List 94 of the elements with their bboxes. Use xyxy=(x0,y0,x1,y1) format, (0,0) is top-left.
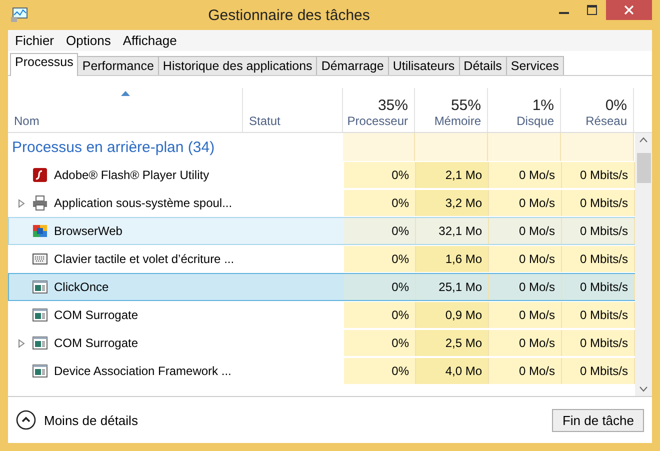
disk-cell: 0 Mo/s xyxy=(489,330,562,356)
tab[interactable]: Performance xyxy=(77,56,159,75)
scrollbar[interactable] xyxy=(635,133,652,396)
expand-icon[interactable] xyxy=(17,198,26,208)
disk-cell: 0 Mo/s xyxy=(489,246,562,272)
tab[interactable]: Détails xyxy=(458,56,507,75)
browser-icon xyxy=(32,223,48,239)
menu-item[interactable]: Affichage xyxy=(118,32,182,49)
tab[interactable]: Démarrage xyxy=(316,56,389,75)
column-label: Réseau xyxy=(586,114,627,128)
memory-cell: 4,0 Mo xyxy=(416,358,489,384)
process-row[interactable]: Device Association Framework ... 0% 4,0 Mo 0 Mo/s 0 Mbits/s xyxy=(8,357,635,385)
column-label: Mémoire xyxy=(434,114,481,128)
disk-cell: 0 Mo/s xyxy=(489,302,562,328)
maximize-icon xyxy=(587,5,597,15)
fewer-details-toggle[interactable]: Moins de détails xyxy=(16,410,138,430)
process-row[interactable]: Application sous-système spoul... 0% 3,2 Mo 0 Mo/s 0 Mbits/s xyxy=(8,189,635,217)
column-label: Disque xyxy=(516,114,554,128)
cpu-cell: 0% xyxy=(344,274,416,300)
cpu-cell: 0% xyxy=(344,218,416,244)
window-icon xyxy=(32,363,48,379)
scroll-thumb[interactable] xyxy=(636,153,650,183)
disk-cell: 0 Mo/s xyxy=(489,162,562,188)
sort-icon xyxy=(120,90,130,96)
menu-item[interactable]: Options xyxy=(61,32,116,49)
cpu-cell: 0% xyxy=(344,302,416,328)
tab[interactable]: Utilisateurs xyxy=(388,56,460,75)
app-icon xyxy=(10,7,28,23)
network-cell: 0 Mbits/s xyxy=(562,162,635,188)
memory-cell: 0,9 Mo xyxy=(416,302,489,328)
network-cell: 0 Mbits/s xyxy=(562,330,635,356)
column-label: Processeur xyxy=(347,114,408,128)
tab[interactable]: Historique des applications xyxy=(158,56,318,75)
usage-total: 35% xyxy=(378,97,408,114)
cpu-cell: 0% xyxy=(344,246,416,272)
memory-cell: 25,1 Mo xyxy=(416,274,489,300)
process-row[interactable]: BrowserWeb 0% 32,1 Mo 0 Mo/s 0 Mbits/s xyxy=(8,217,635,245)
usage-total: 1% xyxy=(532,97,554,114)
disk-cell: 0 Mo/s xyxy=(489,218,562,244)
process-name: Clavier tactile et volet d’écriture ... xyxy=(54,252,234,266)
chevron-up-icon xyxy=(16,410,36,430)
process-row[interactable]: Adobe® Flash® Player Utility 0% 2,1 Mo 0 Mo/s 0 Mbits/s xyxy=(8,161,635,189)
memory-cell: 32,1 Mo xyxy=(416,218,489,244)
memory-cell: 2,1 Mo xyxy=(416,162,489,188)
close-button[interactable] xyxy=(606,0,652,20)
memory-cell: 2,5 Mo xyxy=(416,330,489,356)
process-name: ClickOnce xyxy=(54,280,109,294)
disk-cell: 0 Mo/s xyxy=(489,190,562,216)
process-name: Adobe® Flash® Player Utility xyxy=(54,168,210,182)
process-name: BrowserWeb xyxy=(54,224,122,238)
column-label: Nom xyxy=(14,114,40,128)
end-task-button[interactable]: Fin de tâche xyxy=(552,408,644,432)
window-title: Gestionnaire des tâches xyxy=(207,6,371,24)
cpu-cell: 0% xyxy=(344,162,416,188)
scroll-down-icon[interactable] xyxy=(639,386,648,392)
network-cell: 0 Mbits/s xyxy=(562,302,635,328)
network-cell: 0 Mbits/s xyxy=(562,274,635,300)
printer-icon xyxy=(32,195,48,211)
process-row[interactable]: Clavier tactile et volet d’écriture ... 0% 1,6 Mo 0 Mo/s 0 Mbits/s xyxy=(8,245,635,273)
cpu-cell: 0% xyxy=(344,190,416,216)
process-row[interactable]: ClickOnce 0% 25,1 Mo 0 Mo/s 0 Mbits/s xyxy=(8,273,635,301)
menu-item[interactable]: Fichier xyxy=(10,32,60,49)
keyboard-icon xyxy=(32,251,48,267)
tab[interactable]: Processus xyxy=(10,53,78,76)
scroll-up-icon[interactable] xyxy=(639,137,648,143)
cpu-cell: 0% xyxy=(344,358,416,384)
flash-icon xyxy=(32,167,48,183)
process-name: COM Surrogate xyxy=(54,336,138,350)
network-cell: 0 Mbits/s xyxy=(562,190,635,216)
usage-total: 0% xyxy=(605,97,627,114)
process-row[interactable]: COM Surrogate 0% 2,5 Mo 0 Mo/s 0 Mbits/s xyxy=(8,329,635,357)
network-cell: 0 Mbits/s xyxy=(562,358,635,384)
group-header: Processus en arrière-plan (34) xyxy=(12,138,215,156)
process-name: Device Association Framework ... xyxy=(54,364,232,378)
window-icon xyxy=(32,335,48,351)
process-name: COM Surrogate xyxy=(54,308,138,322)
window-icon xyxy=(32,279,48,295)
network-cell: 0 Mbits/s xyxy=(562,218,635,244)
usage-total: 55% xyxy=(450,97,481,114)
cpu-cell: 0% xyxy=(344,330,416,356)
window-icon xyxy=(32,307,48,323)
minimize-icon xyxy=(559,12,569,14)
close-icon xyxy=(624,5,634,15)
memory-cell: 1,6 Mo xyxy=(416,246,489,272)
process-name: Application sous-système spoul... xyxy=(54,196,232,210)
expand-icon[interactable] xyxy=(17,338,26,348)
column-shade xyxy=(343,133,415,161)
disk-cell: 0 Mo/s xyxy=(489,274,562,300)
tab[interactable]: Services xyxy=(506,56,564,75)
network-cell: 0 Mbits/s xyxy=(562,246,635,272)
column-label: Statut xyxy=(249,114,280,128)
process-row[interactable]: COM Surrogate 0% 0,9 Mo 0 Mo/s 0 Mbits/s xyxy=(8,301,635,329)
memory-cell: 3,2 Mo xyxy=(416,190,489,216)
disk-cell: 0 Mo/s xyxy=(489,358,562,384)
